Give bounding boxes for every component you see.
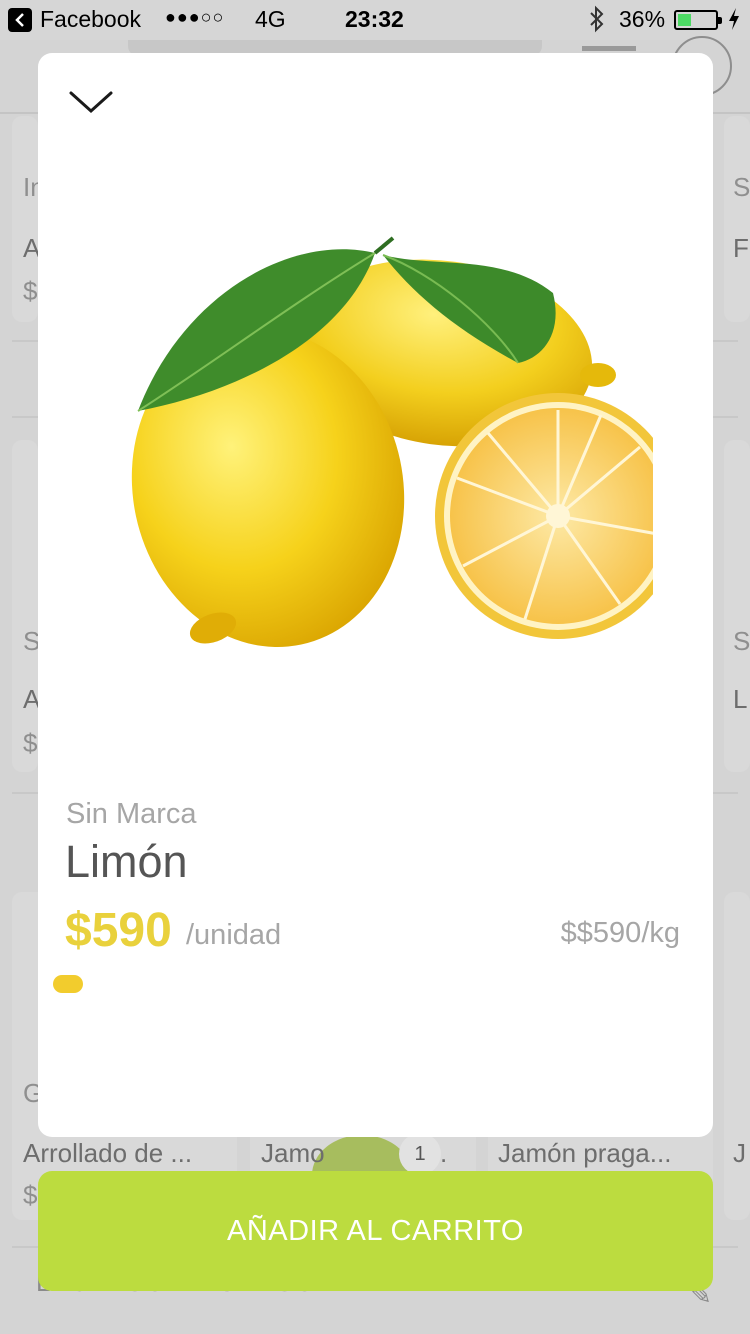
background-menu-icon — [582, 46, 636, 51]
add-to-cart-button[interactable]: AÑADIR AL CARRITO — [38, 1171, 713, 1291]
background-product-name: Arrollado de ... — [23, 1138, 193, 1168]
network-type: 4G — [255, 6, 286, 32]
battery-icon — [674, 10, 722, 30]
background-product-price: $ — [23, 728, 38, 758]
product-price: $590 — [65, 904, 172, 957]
background-card — [724, 116, 750, 322]
background-product-name-tail: . — [440, 1138, 448, 1168]
back-to-app-icon[interactable] — [8, 8, 32, 32]
product-price-per-kg: $$590/kg — [560, 917, 680, 949]
background-product-price: $ — [23, 1180, 38, 1210]
background-category: S — [733, 626, 750, 656]
product-detail-modal: Sin Marca Limón $590 /unidad $$590/kg — [38, 53, 713, 1137]
signal-strength-icon: ●●●○○ — [165, 7, 225, 27]
background-card — [724, 892, 750, 1220]
background-card — [12, 440, 38, 772]
product-name: Limón — [65, 836, 188, 887]
battery-percent: 36% — [619, 6, 666, 32]
background-product-name: L — [733, 684, 748, 714]
background-card — [724, 440, 750, 772]
background-product-price: $ — [23, 276, 38, 306]
page-indicator-dot — [53, 975, 83, 993]
background-product-name: J — [733, 1138, 746, 1168]
back-app-label[interactable]: Facebook — [40, 6, 141, 33]
product-price-unit: /unidad — [186, 919, 282, 951]
lemons-image — [131, 236, 653, 648]
bluetooth-icon — [590, 5, 604, 33]
background-product-name: F — [733, 233, 749, 263]
status-bar: Facebook ●●●○○ 4G 23:32 36% — [0, 0, 750, 40]
chevron-down-icon[interactable] — [68, 87, 114, 117]
charging-icon — [729, 8, 739, 30]
background-product-name: Jamón praga... — [498, 1138, 672, 1168]
product-brand: Sin Marca — [66, 798, 197, 830]
background-category: S — [733, 172, 750, 202]
background-cart-badge: 1 — [399, 1133, 441, 1175]
background-product-name: Jamo — [261, 1138, 325, 1168]
clock: 23:32 — [345, 6, 404, 32]
